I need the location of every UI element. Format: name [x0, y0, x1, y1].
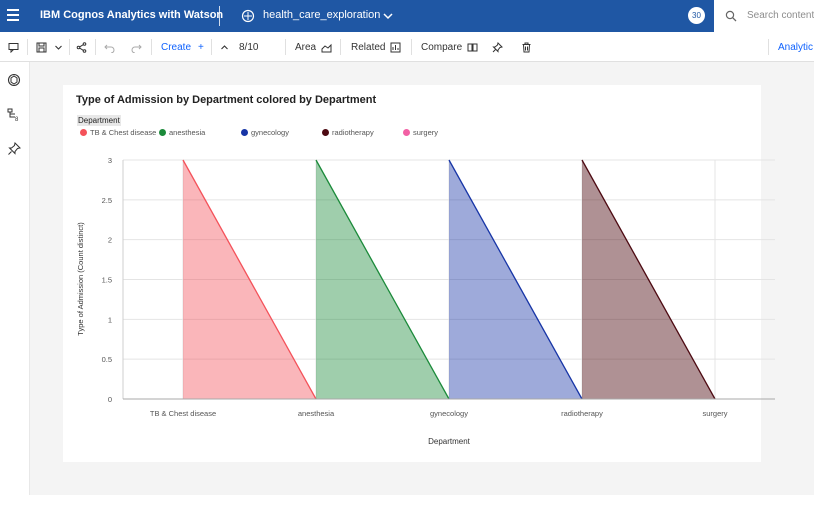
- x-axis-title: Department: [428, 437, 471, 446]
- y-tick-label: 1.5: [102, 276, 112, 285]
- y-tick-label: 2: [108, 236, 112, 245]
- area-chart: 0 0.5 1 1.5 2 2.5 3 TB & Chest disease anesthesi…: [76, 156, 775, 446]
- y-tick-label: 3: [108, 156, 112, 165]
- x-tick-label: surgery: [702, 409, 727, 418]
- x-tick-label: gynecology: [430, 409, 468, 418]
- x-tick-label: TB & Chest disease: [150, 409, 216, 418]
- y-tick-label: 1: [108, 315, 112, 324]
- x-tick-label: radiotherapy: [561, 409, 603, 418]
- y-axis-title: Type of Admission (Count distinct): [76, 222, 85, 336]
- y-tick-label: 0: [108, 395, 112, 404]
- x-tick-label: anesthesia: [298, 409, 335, 418]
- y-tick-label: 0.5: [102, 355, 112, 364]
- y-tick-label: 2.5: [102, 196, 112, 205]
